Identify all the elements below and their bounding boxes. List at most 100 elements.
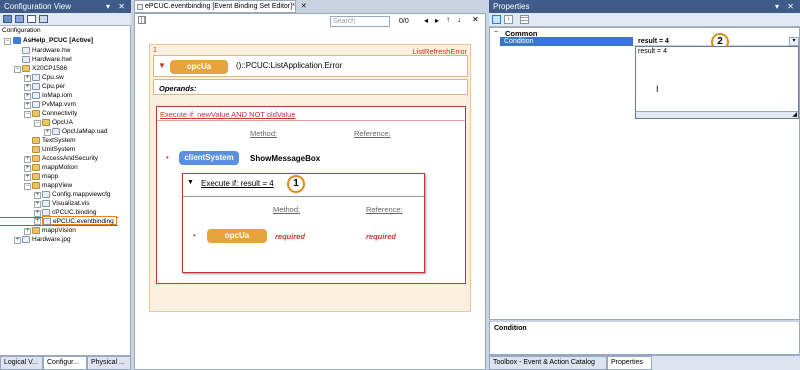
tree-item-pvmap[interactable]: PvMap.vvm (32, 100, 76, 109)
config-view-toolbar (0, 13, 131, 26)
inner-pill[interactable]: opcUa (207, 229, 267, 243)
tree-item-mappview[interactable]: mappView (32, 181, 72, 190)
search-down-icon[interactable]: ↓ (457, 15, 461, 24)
callout-badge-1: 1 (287, 175, 305, 193)
close-icon[interactable]: ✕ (301, 3, 307, 10)
toolbar-icon-1[interactable] (3, 15, 12, 23)
tree-item-visualizat[interactable]: Visualizat.vis (42, 199, 89, 208)
tree-item-opcuamap[interactable]: OpcUaMap.uad (52, 127, 108, 136)
tree-item-connectivity[interactable]: Connectivity (32, 109, 77, 118)
expander[interactable]: − (14, 66, 21, 73)
collapse-triangle-icon[interactable]: ▼ (187, 179, 194, 186)
tree-item-access[interactable]: AccessAndSecurity (32, 154, 98, 163)
tree-item-project[interactable]: AsHelp_PCUC [Active] (13, 36, 93, 45)
expander[interactable]: − (24, 111, 31, 118)
operands-label: Operands: (159, 84, 197, 93)
expander[interactable]: + (34, 218, 41, 225)
folder-icon (32, 145, 40, 153)
expander[interactable]: + (24, 174, 31, 181)
expander[interactable]: − (24, 183, 31, 190)
toolbar-icon-2[interactable] (15, 15, 24, 23)
folder-icon (42, 118, 50, 126)
editor-tab[interactable]: ePCUC.eventbinding [Event Binding Set Ed… (134, 0, 307, 13)
expander[interactable]: + (24, 93, 31, 100)
tree-item-label: mappMotion (42, 164, 78, 171)
expander[interactable]: + (24, 75, 31, 82)
required-method[interactable]: required (275, 232, 305, 241)
tree-item-mapp[interactable]: mapp (32, 172, 58, 181)
tree-item-hardware-jpg[interactable]: Hardware.jpg (22, 235, 71, 244)
collapse-triangle-icon[interactable]: ▼ (158, 61, 166, 70)
required-reference[interactable]: required (366, 232, 396, 241)
tree-item-opcua[interactable]: OpcUA (42, 118, 73, 127)
close-search-icon[interactable]: ✕ (472, 15, 479, 24)
method-header: Method: (250, 129, 278, 138)
expander[interactable]: + (24, 102, 31, 109)
property-value: result = 4 (638, 38, 669, 45)
tree-item-hardware-hwl[interactable]: Hardware.hwl (22, 55, 72, 64)
property-pages-icon[interactable] (520, 15, 529, 24)
expander[interactable]: − (34, 120, 41, 127)
expander[interactable]: − (4, 38, 11, 45)
tree-item-epcuc-eventbinding[interactable]: ePCUC.eventbinding (42, 216, 117, 225)
divider (183, 196, 424, 197)
tree-item-config-mappview[interactable]: Config.mappviewcfg (42, 190, 111, 199)
tab-properties[interactable]: Properties (607, 356, 652, 370)
tab-configuration-view[interactable]: Configur... (43, 356, 87, 370)
tab-physical-view[interactable]: Physical ... (87, 356, 131, 370)
tree-item-cpu-per[interactable]: Cpu.per (32, 82, 65, 91)
operands-box: Operands: (153, 79, 468, 95)
expander[interactable]: + (34, 201, 41, 208)
search-prev-icon[interactable]: ◂ (424, 16, 428, 25)
alphabetical-icon[interactable]: ↓ (504, 15, 513, 24)
file-icon (32, 100, 40, 108)
panel-controls[interactable]: ▾ ✕ (775, 0, 797, 13)
search-up-icon[interactable]: ↑ (446, 15, 450, 24)
property-row-condition[interactable]: Condition result = 4 ▾ (500, 37, 799, 46)
config-tree: Configuration − AsHelp_PCUC [Active] Har… (0, 26, 131, 355)
search-next-icon[interactable]: ▸ (435, 16, 439, 25)
toolbar-icon-3[interactable] (27, 15, 36, 23)
expander[interactable]: + (24, 84, 31, 91)
tree-item-mappvision[interactable]: mappVision (32, 226, 76, 235)
inner-condition-link[interactable]: Execute if: result = 4 (201, 179, 274, 188)
folder-icon (32, 226, 40, 234)
file-icon (32, 91, 40, 99)
expander[interactable]: + (34, 210, 41, 217)
description-title: Condition (494, 325, 527, 332)
dropdown-button[interactable]: ▾ (789, 37, 799, 46)
expander[interactable]: + (24, 165, 31, 172)
tree-item-cpu-sw[interactable]: Cpu.sw (32, 73, 64, 82)
property-name: Condition (504, 38, 534, 45)
condition-editor[interactable]: result = 4 I ◢ (635, 46, 799, 119)
tree-item-hardware-hw[interactable]: Hardware.hw (22, 46, 70, 55)
tree-item-unitsystem[interactable]: UnitSystem (32, 145, 75, 154)
source-pill[interactable]: opcUa (170, 60, 228, 74)
expander[interactable]: + (34, 192, 41, 199)
grid-icon[interactable] (138, 16, 146, 24)
file-icon (42, 208, 50, 216)
resize-bar[interactable]: ◢ (636, 111, 798, 118)
tree-item-textsystem[interactable]: TextSystem (32, 136, 76, 145)
tab-toolbox[interactable]: Toolbox - Event & Action Catalog (489, 356, 607, 370)
toolbar-icon-4[interactable] (39, 15, 48, 23)
folder-icon (32, 109, 40, 117)
panel-controls[interactable]: ▾ ✕ (106, 0, 128, 13)
tree-item-cpu[interactable]: X20CP1586 (22, 64, 67, 73)
outer-condition-box: Execute if: newValue AND NOT oldValue Me… (156, 106, 466, 284)
tree-item-mappmotion[interactable]: mappMotion (32, 163, 78, 172)
tab-logical-view[interactable]: Logical V... (0, 356, 43, 370)
search-input[interactable]: Search (330, 16, 390, 27)
expander[interactable]: + (44, 129, 51, 136)
outer-condition-link[interactable]: Execute if: newValue AND NOT oldValue (160, 110, 296, 119)
expander[interactable]: + (24, 156, 31, 163)
file-icon (42, 190, 50, 198)
tree-item-label: Cpu.per (42, 83, 66, 90)
category-expander-icon[interactable]: − (494, 29, 498, 36)
categorized-icon[interactable] (492, 15, 501, 24)
action-pill[interactable]: clientSystem (179, 151, 239, 165)
expander[interactable]: + (24, 228, 31, 235)
resize-grip-icon[interactable]: ◢ (792, 111, 797, 118)
tree-item-iomap[interactable]: IoMap.iom (32, 91, 72, 100)
expander[interactable]: + (14, 237, 21, 244)
